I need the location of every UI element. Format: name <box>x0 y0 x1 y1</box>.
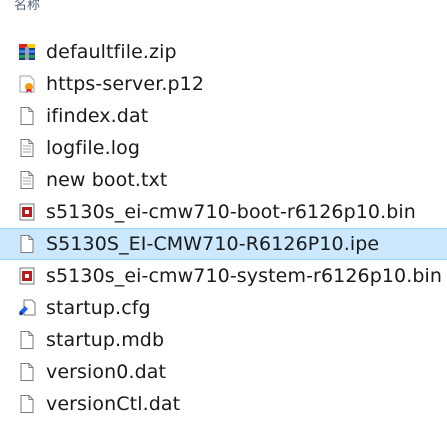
file-row[interactable]: s5130s_ei-cmw710-boot-r6126p10.bin <box>0 196 447 228</box>
file-row[interactable]: ifindex.dat <box>0 100 447 132</box>
archive-icon <box>17 42 37 62</box>
file-name: startup.cfg <box>46 297 151 319</box>
text-file-icon <box>17 170 37 190</box>
file-name: S5130S_EI-CMW710-R6126P10.ipe <box>46 233 380 255</box>
file-row[interactable]: startup.cfg <box>0 292 447 324</box>
file-name: startup.mdb <box>46 329 165 351</box>
file-explorer-list: 名称 defaultfile.zip https-server.p12 ifin… <box>0 0 447 423</box>
blank-file-icon <box>17 362 37 382</box>
blank-file-icon <box>17 330 37 350</box>
file-name: s5130s_ei-cmw710-boot-r6126p10.bin <box>46 201 416 223</box>
binary-file-icon <box>17 202 37 222</box>
config-file-icon <box>17 298 37 318</box>
blank-file-icon <box>17 234 37 254</box>
file-name: s5130s_ei-cmw710-system-r6126p10.bin <box>46 265 443 287</box>
blank-file-icon <box>17 394 37 414</box>
file-name: versionCtl.dat <box>46 393 181 415</box>
file-row[interactable]: defaultfile.zip <box>0 36 447 68</box>
file-name: ifindex.dat <box>46 105 149 127</box>
file-row[interactable]: new boot.txt <box>0 164 447 196</box>
file-row[interactable]: s5130s_ei-cmw710-system-r6126p10.bin <box>0 260 447 292</box>
file-name: defaultfile.zip <box>46 41 177 63</box>
file-name: new boot.txt <box>46 169 168 191</box>
name-column-header[interactable]: 名称 <box>14 0 40 16</box>
file-list: defaultfile.zip https-server.p12 ifindex… <box>0 36 447 420</box>
file-row[interactable]: versionCtl.dat <box>0 388 447 420</box>
file-name: https-server.p12 <box>46 73 205 95</box>
file-name: version0.dat <box>46 361 167 383</box>
certificate-icon <box>17 74 37 94</box>
file-row[interactable]: logfile.log <box>0 132 447 164</box>
file-row-selected[interactable]: S5130S_EI-CMW710-R6126P10.ipe <box>0 228 447 260</box>
text-file-icon <box>17 138 37 158</box>
binary-file-icon <box>17 266 37 286</box>
file-name: logfile.log <box>46 137 141 159</box>
file-row[interactable]: startup.mdb <box>0 324 447 356</box>
file-row[interactable]: version0.dat <box>0 356 447 388</box>
blank-file-icon <box>17 106 37 126</box>
file-row[interactable]: https-server.p12 <box>0 68 447 100</box>
